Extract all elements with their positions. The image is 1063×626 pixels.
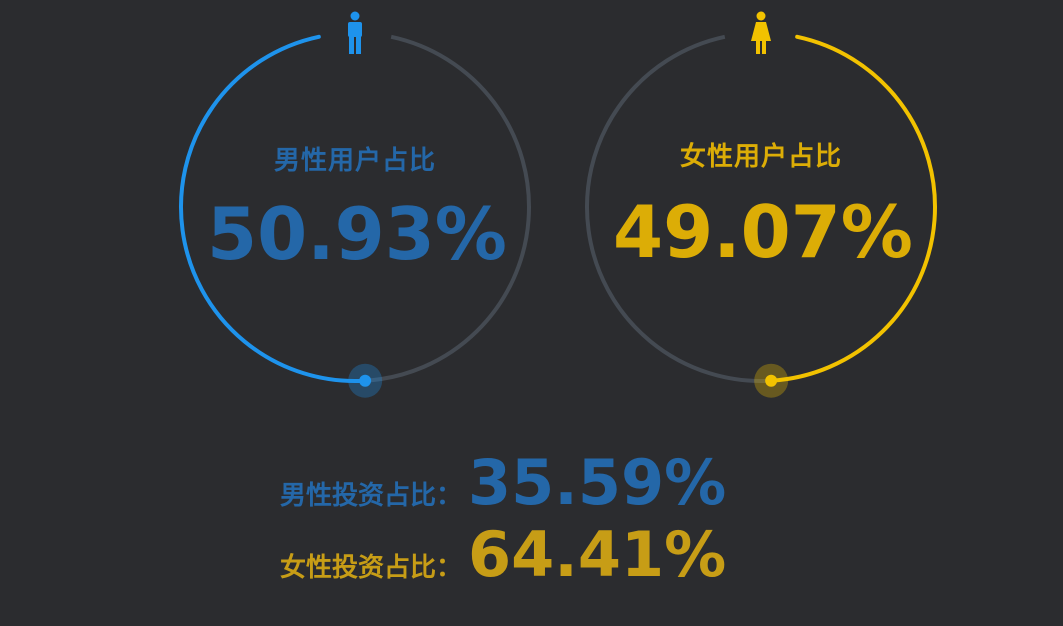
female-user-ratio-value: 49.07%	[613, 190, 913, 274]
male-gauge-knob	[359, 374, 372, 387]
female-user-ratio-label: 女性用户占比	[679, 142, 843, 172]
icon-leg	[762, 41, 766, 54]
investment-ratio-summary: 男性投资占比： 35.59% 女性投资占比： 64.41%	[280, 446, 727, 591]
icon-leg	[756, 41, 760, 54]
female-investment-label: 女性投资占比：	[280, 553, 463, 583]
icon-head	[350, 11, 360, 21]
male-investment-row: 男性投资占比： 35.59%	[280, 446, 727, 519]
male-person-icon	[348, 11, 362, 54]
male-user-ratio-value: 50.93%	[207, 192, 507, 276]
male-investment-value: 35.59%	[468, 446, 727, 519]
icon-leg	[349, 36, 354, 54]
female-gauge-knob	[765, 374, 778, 387]
icon-leg	[356, 36, 361, 54]
icon-head	[756, 11, 766, 21]
icon-body	[348, 22, 362, 37]
icon-dress	[751, 22, 771, 41]
female-person-icon	[751, 11, 771, 54]
male-user-ratio-label: 男性用户占比	[273, 146, 437, 176]
female-investment-value: 64.41%	[468, 518, 727, 591]
female-investment-row: 女性投资占比： 64.41%	[280, 518, 727, 591]
male-investment-label: 男性投资占比：	[280, 481, 463, 511]
